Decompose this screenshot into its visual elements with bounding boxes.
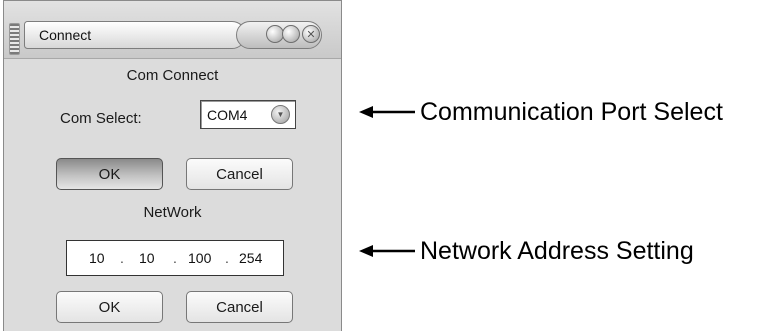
window-body: Com Connect Com Select: COM4 ▼ OK Cancel… bbox=[4, 58, 341, 331]
ip-octet-1[interactable]: 10 bbox=[89, 250, 105, 266]
left-arrow-icon bbox=[359, 106, 415, 118]
callout-text: Network Address Setting bbox=[420, 236, 694, 265]
network-ok-button[interactable]: OK bbox=[56, 291, 163, 323]
com-select-value: COM4 bbox=[207, 107, 248, 123]
ip-octet-3[interactable]: 100 bbox=[188, 250, 211, 266]
ip-octet-2[interactable]: 10 bbox=[139, 250, 155, 266]
grip-handle[interactable] bbox=[9, 23, 20, 55]
dropdown-icon[interactable]: ▼ bbox=[271, 105, 290, 124]
com-port-select[interactable]: COM4 ▼ bbox=[200, 100, 296, 129]
ip-separator: . bbox=[225, 250, 229, 266]
callout-network-address: Network Address Setting bbox=[359, 236, 694, 265]
title-bar[interactable]: Connect ✕ bbox=[4, 1, 341, 58]
com-ok-button[interactable]: OK bbox=[56, 158, 163, 190]
network-title: NetWork bbox=[143, 204, 202, 221]
ip-octet-4[interactable]: 254 bbox=[239, 250, 262, 266]
com-connect-title: Com Connect bbox=[126, 67, 219, 84]
ip-separator: . bbox=[120, 250, 124, 266]
left-arrow-icon bbox=[359, 245, 415, 257]
callout-com-port: Communication Port Select bbox=[359, 97, 723, 126]
network-cancel-button[interactable]: Cancel bbox=[186, 291, 293, 323]
maximize-icon[interactable] bbox=[282, 25, 300, 43]
window-title: Connect bbox=[39, 27, 92, 43]
com-cancel-button[interactable]: Cancel bbox=[186, 158, 293, 190]
close-icon[interactable]: ✕ bbox=[302, 25, 320, 43]
connect-window: Connect ✕ Com Connect Com Select: COM4 ▼… bbox=[3, 0, 342, 331]
title-tab: Connect bbox=[24, 21, 246, 49]
callout-text: Communication Port Select bbox=[420, 97, 723, 126]
ip-address-input[interactable]: 10 . 10 . 100 . 254 bbox=[66, 240, 284, 276]
close-glyph: ✕ bbox=[306, 27, 316, 41]
com-select-label: Com Select: bbox=[60, 110, 142, 127]
ip-separator: . bbox=[173, 250, 177, 266]
